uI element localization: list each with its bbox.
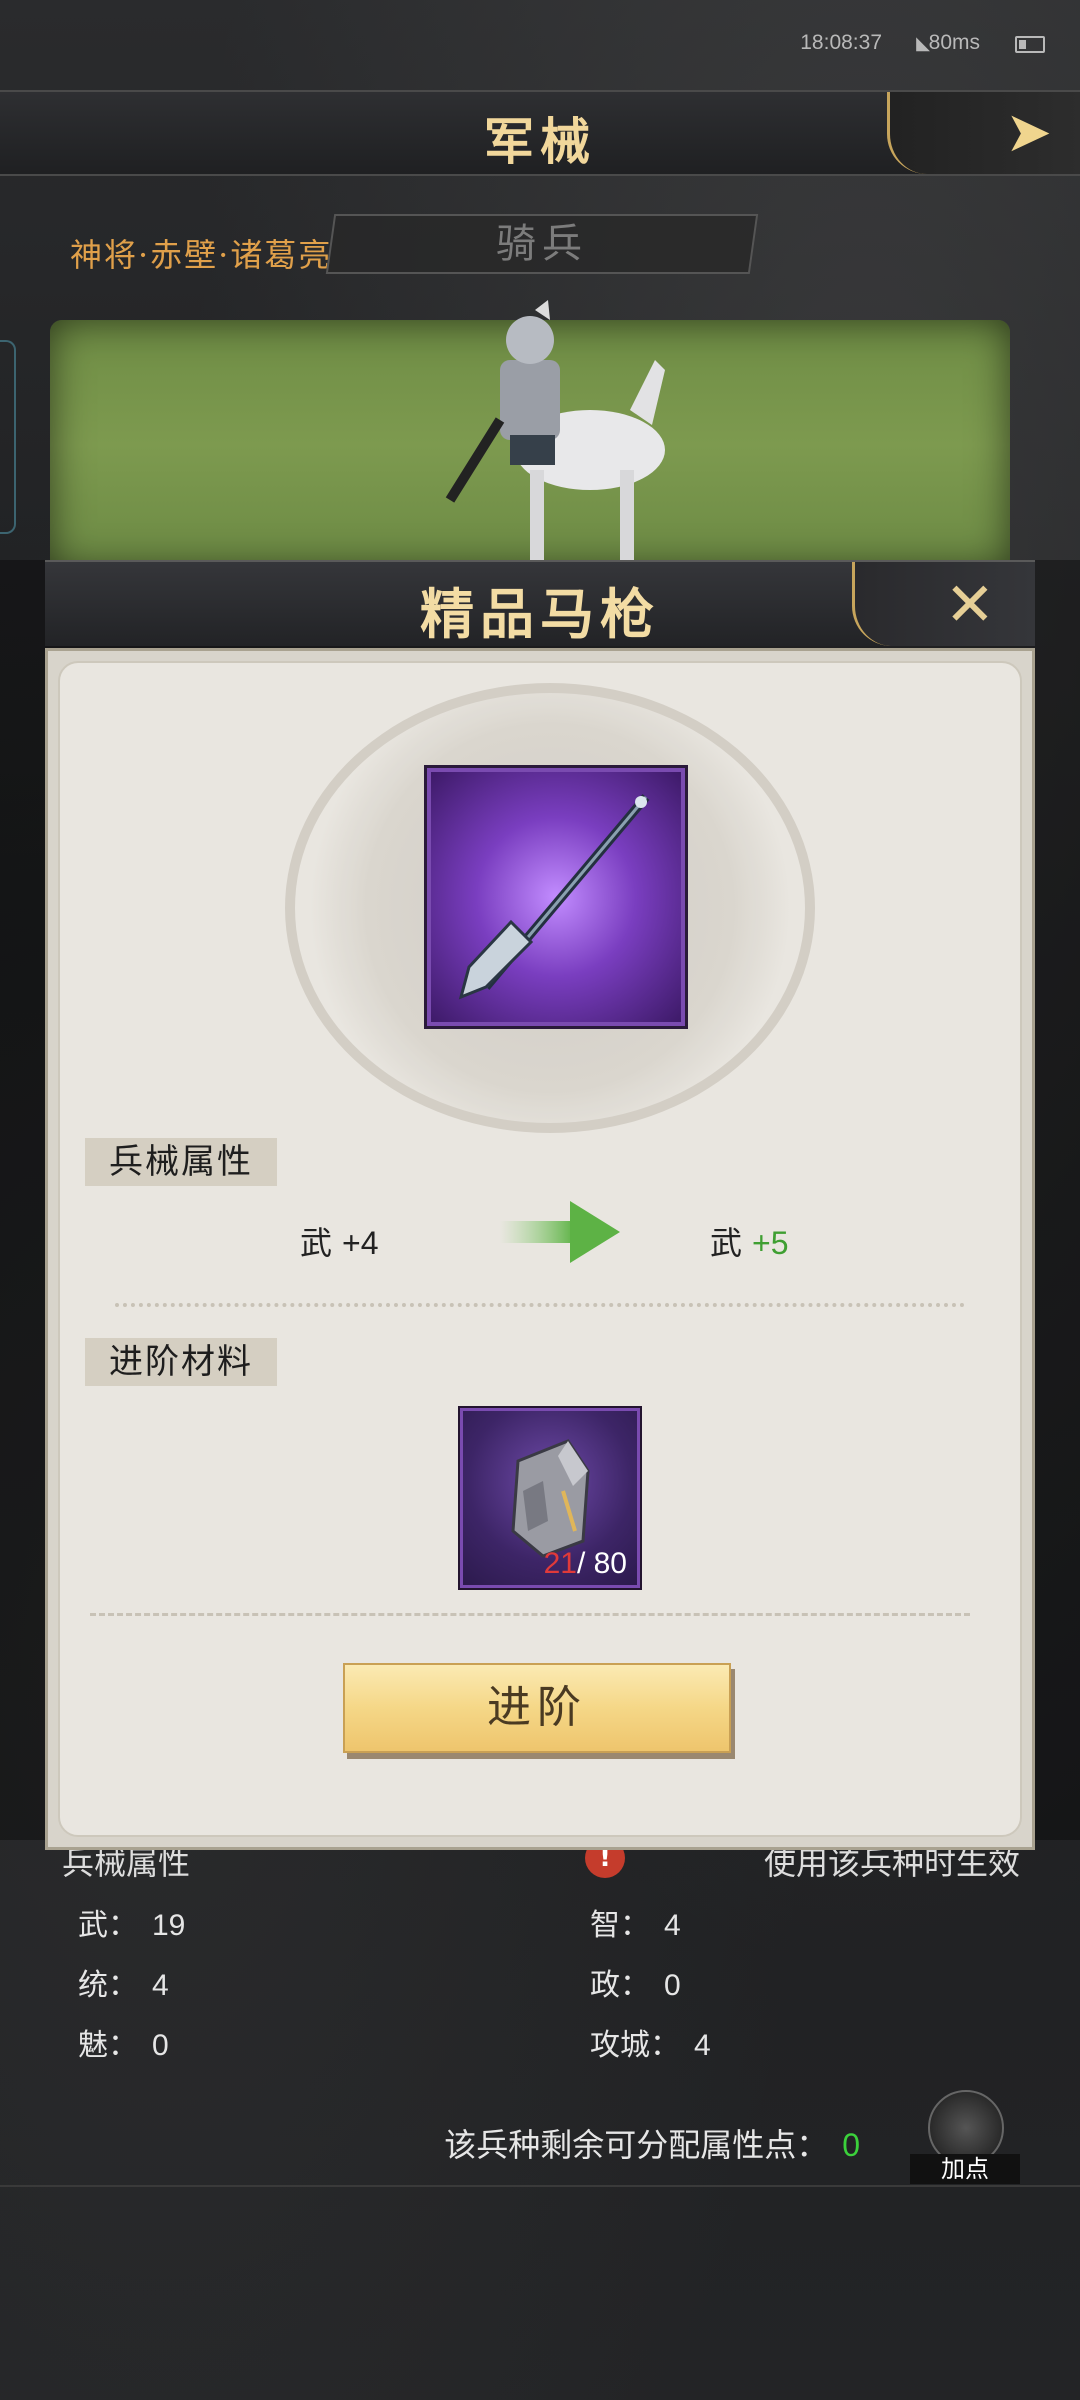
- stat-label: 统：: [78, 1968, 138, 2003]
- attr-before-value: +4: [342, 1225, 379, 1261]
- attr-after: 武 +5: [710, 1218, 789, 1264]
- remaining-value: 0: [842, 2127, 860, 2163]
- upgrade-modal: 精品马枪 ✕ 兵械属性 武 +4 武 +5 进阶材料 21/ 80 进阶: [45, 560, 1035, 1850]
- spear-icon: [458, 794, 650, 1000]
- network-ping: 80ms: [928, 31, 980, 54]
- material-count: 21/ 80: [544, 1547, 627, 1581]
- weapon-attr-tag: 兵械属性: [85, 1138, 277, 1186]
- side-drawer-handle[interactable]: [0, 340, 16, 534]
- stat-siege: 攻城： 4: [590, 2020, 711, 2064]
- stat-label: 魅：: [78, 2028, 138, 2063]
- stat-value: 4: [694, 2029, 711, 2062]
- attr-after-value: +5: [752, 1225, 789, 1261]
- stat-zheng: 政： 0: [590, 1960, 681, 2004]
- modal-header: 精品马枪 ✕: [45, 560, 1035, 646]
- dotted-divider: [115, 1303, 965, 1307]
- status-time: 18:08:37: [800, 31, 882, 54]
- stat-label: 政：: [590, 1968, 650, 2003]
- close-icon: ✕: [944, 570, 995, 640]
- weapon-attribute-section: 兵械属性 ! 使用该兵种时生效 武： 19 智： 4 统： 4 政： 0 魅： 0 攻城：…: [0, 1800, 1080, 2200]
- battery-icon: [1015, 36, 1045, 53]
- add-point-button[interactable]: 加点: [910, 2090, 1020, 2184]
- title-bar: 军械 ➤: [0, 90, 1080, 176]
- arrow-right-icon: ➤: [1005, 100, 1052, 165]
- stat-value: 0: [152, 2029, 169, 2062]
- stat-mei: 魅： 0: [78, 2020, 169, 2064]
- stat-value: 0: [664, 1969, 681, 2002]
- material-item-slot[interactable]: 21/ 80: [460, 1408, 640, 1588]
- attr-before: 武 +4: [300, 1218, 379, 1264]
- modal-panel: 兵械属性 武 +4 武 +5 进阶材料 21/ 80 进阶: [58, 661, 1022, 1837]
- troop-type-tab[interactable]: 骑兵: [325, 214, 759, 274]
- modal-body: 兵械属性 武 +4 武 +5 进阶材料 21/ 80 进阶: [45, 648, 1035, 1850]
- stat-value: 4: [664, 1909, 681, 1942]
- stat-value: 4: [152, 1969, 169, 2002]
- status-bar: 18:08:37 ◣ 80ms: [0, 0, 1080, 88]
- stat-tong: 统： 4: [78, 1960, 169, 2004]
- remaining-label: 该兵种剩余可分配属性点：: [444, 2126, 829, 2164]
- weapon-item-slot[interactable]: [427, 768, 685, 1026]
- material-tag: 进阶材料: [85, 1338, 277, 1386]
- close-button[interactable]: ✕: [852, 562, 1035, 646]
- material-have: 21: [543, 1547, 577, 1580]
- divider: [0, 2185, 1080, 2187]
- stat-wu: 武： 19: [78, 1900, 185, 1944]
- hero-name[interactable]: 神将·赤壁·诸葛亮: [70, 230, 332, 276]
- attr-before-label: 武: [300, 1224, 333, 1262]
- advance-button[interactable]: 进阶: [343, 1663, 731, 1753]
- remaining-points: 该兵种剩余可分配属性点： 0: [444, 2120, 860, 2166]
- attr-after-label: 武: [710, 1224, 743, 1262]
- arrow-right-icon: [500, 1201, 620, 1263]
- troop-type-label: 骑兵: [496, 221, 588, 267]
- stat-label: 攻城：: [590, 2028, 680, 2063]
- stat-zhi: 智： 4: [590, 1900, 681, 1944]
- stat-label: 武：: [78, 1908, 138, 1943]
- cavalry-unit-image: [445, 300, 665, 560]
- add-point-label: 加点: [910, 2154, 1020, 2184]
- divider: [90, 1613, 970, 1616]
- material-need: / 80: [576, 1547, 627, 1580]
- stat-value: 19: [152, 1909, 186, 1942]
- stat-label: 智：: [590, 1908, 650, 1943]
- back-button[interactable]: ➤: [887, 92, 1080, 174]
